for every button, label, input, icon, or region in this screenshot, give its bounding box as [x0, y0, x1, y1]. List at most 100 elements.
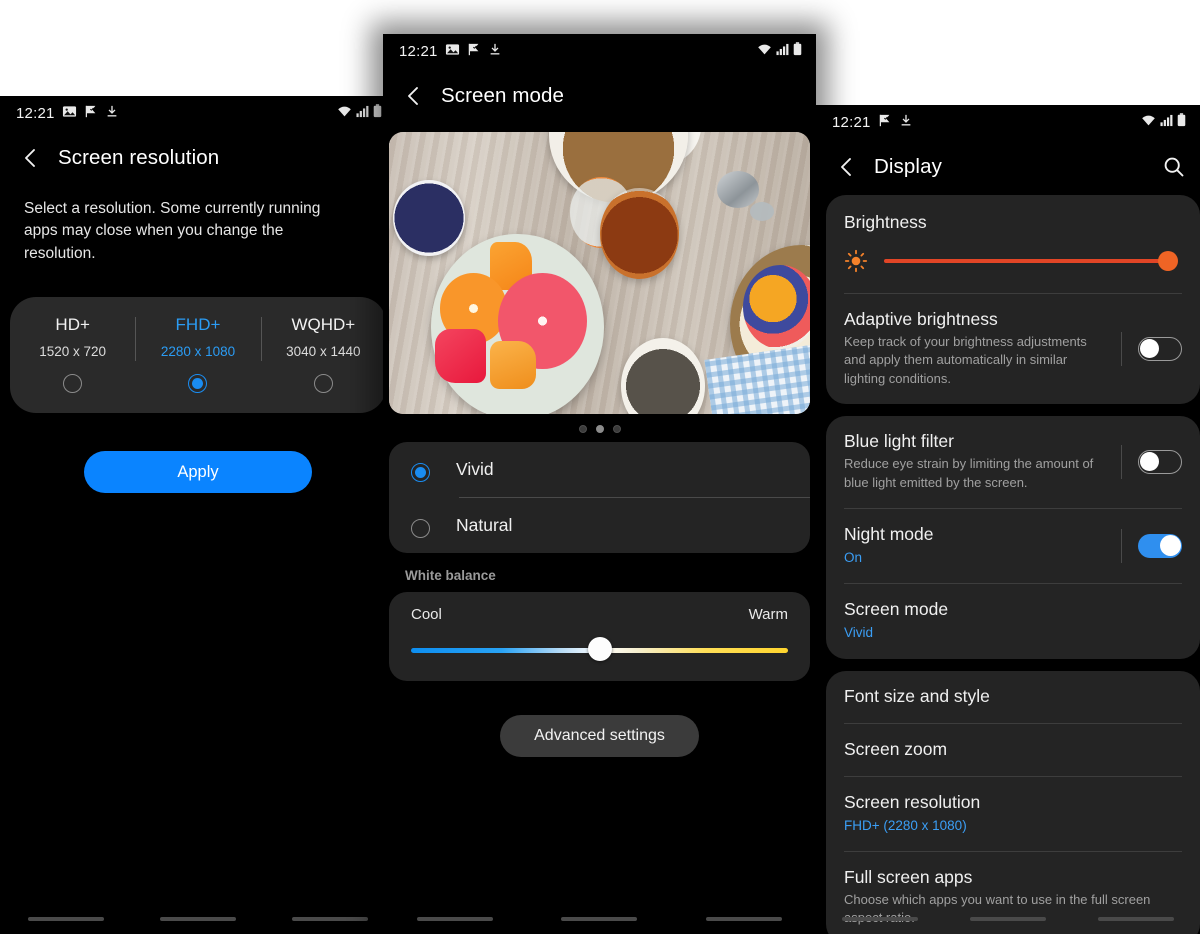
page-title: Screen mode [441, 84, 565, 107]
resolution-option-wqhd[interactable]: WQHD+ 3040 x 1440 [260, 315, 386, 394]
nav-pill-recents[interactable] [842, 917, 918, 921]
screen-mode-option-vivid[interactable]: Vivid [389, 442, 810, 497]
screen-mode-preview-wrap [383, 124, 816, 414]
resolution-option-name: FHD+ [175, 315, 221, 335]
status-bar-left-group: 12:21 [16, 104, 119, 123]
nav-pill-back[interactable] [705, 917, 782, 921]
brightness-slider-thumb[interactable] [1158, 251, 1178, 271]
advanced-settings-row: Advanced settings [383, 715, 816, 757]
screen-mode-radio-vivid[interactable] [411, 463, 430, 482]
setting-texts: Font size and style [844, 686, 1200, 707]
resolution-option-hd[interactable]: HD+ 1520 x 720 [10, 315, 135, 394]
back-arrow-icon[interactable] [18, 145, 44, 171]
white-balance-thumb[interactable] [587, 637, 612, 661]
phone-screen-mode: 12:21 Screen mode Vivid Natural White ba… [383, 34, 816, 934]
nav-pill-back[interactable] [1098, 917, 1174, 921]
nav-pill-home[interactable] [160, 917, 236, 921]
resolution-radio-hd[interactable] [63, 374, 83, 394]
white-balance-warm-label: Warm [748, 606, 788, 623]
download-icon [488, 42, 502, 61]
resolution-radio-wqhd[interactable] [313, 374, 333, 394]
screenshot-stage: 12:21 Screen resolution Select a resolut… [0, 0, 1200, 934]
apply-button[interactable]: Apply [84, 451, 312, 494]
resolution-option-dimensions: 1520 x 720 [39, 344, 107, 360]
status-bar-right-group [337, 104, 382, 122]
nav-pill-home[interactable] [561, 917, 638, 921]
blueberry-bowl-photo-element [393, 179, 465, 257]
battery-icon [793, 42, 802, 60]
screen-mode-preview-photo [389, 132, 810, 414]
battery-icon [1177, 113, 1186, 131]
brightness-slider[interactable] [884, 251, 1178, 271]
status-bar-left-group: 12:21 [399, 42, 502, 61]
setting-night-mode[interactable]: Night mode On [826, 509, 1200, 583]
signal-icon [776, 43, 789, 60]
setting-title: Screen resolution [844, 791, 981, 812]
wifi-icon [757, 43, 772, 60]
image-icon [445, 42, 460, 61]
setting-screen-resolution[interactable]: Screen resolution FHD+ (2280 x 1080) [826, 777, 1200, 851]
setting-texts: Adaptive brightness Keep track of your b… [844, 309, 1121, 388]
app-bar-screen-mode: Screen mode [383, 68, 816, 124]
sun-icon [844, 249, 868, 273]
back-arrow-icon[interactable] [401, 83, 427, 109]
adaptive-brightness-toggle[interactable] [1138, 336, 1182, 361]
preview-page-dots [383, 414, 816, 442]
resolution-radio-fhd[interactable] [188, 374, 208, 394]
setting-title: Screen zoom [844, 738, 948, 759]
resolution-option-dimensions: 3040 x 1440 [286, 344, 361, 360]
resolution-option-name: WQHD+ [291, 315, 356, 335]
status-time: 12:21 [16, 104, 55, 122]
resolution-option-name: HD+ [55, 315, 90, 335]
advanced-settings-button[interactable]: Advanced settings [500, 715, 699, 757]
app-bar-screen-resolution: Screen resolution [0, 130, 396, 186]
white-balance-labels: Cool Warm [411, 606, 788, 623]
page-dot-1[interactable] [578, 425, 587, 433]
nav-pill-recents[interactable] [417, 917, 494, 921]
back-arrow-icon[interactable] [834, 154, 860, 180]
app-bar-display: Display [816, 139, 1200, 195]
brightness-slider-fill [884, 259, 1176, 263]
search-icon[interactable] [1162, 155, 1186, 179]
display-options-card: Blue light filter Reduce eye strain by l… [826, 416, 1200, 659]
image-icon [62, 104, 77, 123]
screen-mode-radio-natural[interactable] [411, 519, 430, 538]
setting-screen-zoom[interactable]: Screen zoom [826, 724, 1200, 776]
status-bar-right-group [1141, 113, 1186, 131]
status-time: 12:21 [832, 113, 871, 131]
setting-font-size-and-style[interactable]: Font size and style [826, 671, 1200, 723]
setting-texts: Blue light filter Reduce eye strain by l… [844, 431, 1121, 492]
setting-title: Full screen apps [844, 866, 973, 887]
setting-screen-mode[interactable]: Screen mode Vivid [826, 584, 1200, 658]
nav-pill-recents[interactable] [28, 917, 104, 921]
page-title: Display [874, 155, 942, 178]
setting-control[interactable] [1121, 444, 1200, 479]
setting-blue-light-filter[interactable]: Blue light filter Reduce eye strain by l… [826, 416, 1200, 508]
night-mode-toggle[interactable] [1138, 533, 1182, 558]
white-balance-slider[interactable] [411, 637, 788, 663]
screen-mode-option-natural[interactable]: Natural [389, 498, 810, 553]
setting-adaptive-brightness[interactable]: Adaptive brightness Keep track of your b… [826, 294, 1200, 404]
white-balance-card: Cool Warm [389, 592, 810, 681]
setting-subtitle: FHD+ (2280 x 1080) [844, 817, 967, 833]
setting-texts: Night mode On [844, 524, 1121, 567]
resolution-option-fhd[interactable]: FHD+ 2280 x 1080 [135, 315, 260, 394]
resolution-options-card: HD+ 1520 x 720 FHD+ 2280 x 1080 WQHD+ 30… [10, 297, 386, 414]
signal-icon [1160, 114, 1173, 131]
gesture-nav-bar [0, 904, 396, 934]
setting-control[interactable] [1121, 331, 1200, 366]
page-dot-3[interactable] [612, 425, 621, 433]
brightness-title: Brightness [844, 212, 927, 232]
control-separator [1121, 444, 1122, 479]
nav-pill-back[interactable] [292, 917, 368, 921]
brightness-slider-row[interactable] [826, 233, 1200, 293]
page-dot-2[interactable] [595, 425, 604, 433]
status-time: 12:21 [399, 42, 438, 60]
nav-pill-home[interactable] [970, 917, 1046, 921]
setting-texts: Screen zoom [844, 739, 1200, 760]
signal-icon [356, 105, 369, 122]
blue-light-filter-toggle[interactable] [1138, 449, 1182, 474]
status-bar-left: 12:21 [0, 96, 396, 130]
setting-control[interactable] [1121, 528, 1200, 563]
setting-subtitle: Keep track of your brightness adjustment… [844, 334, 1087, 386]
